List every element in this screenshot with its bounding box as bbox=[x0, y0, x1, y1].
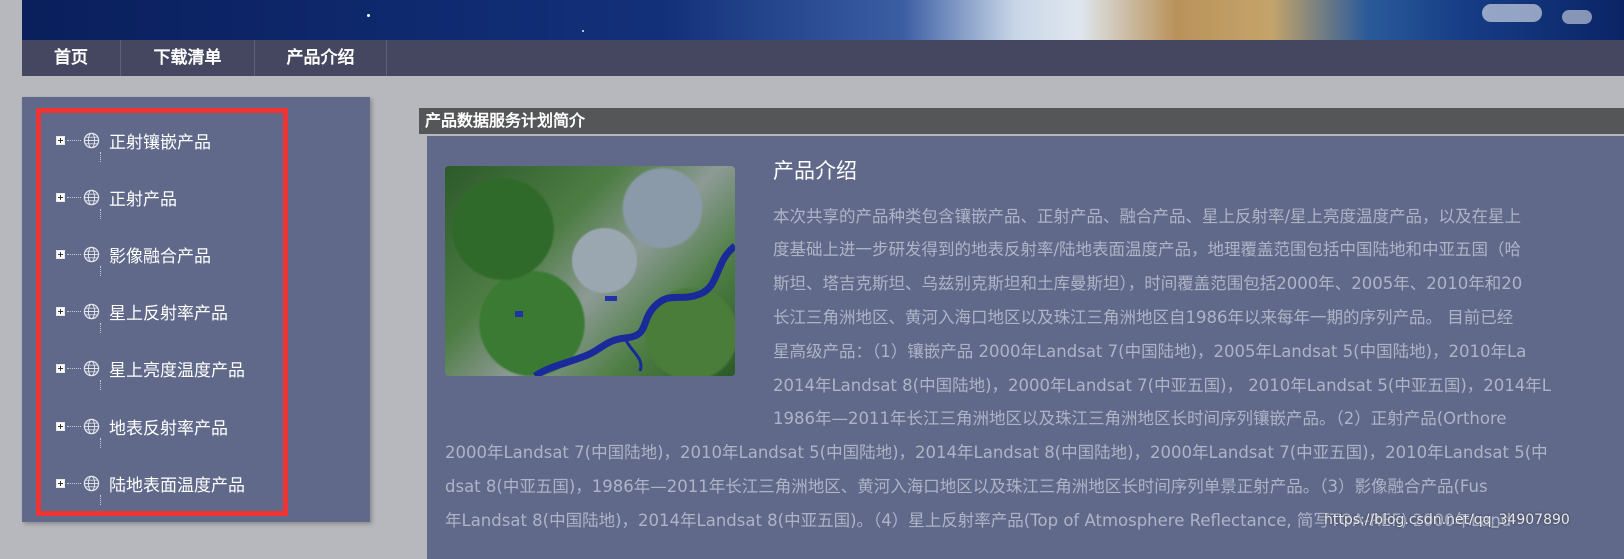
watermark-text: https://blog.csdn.net/qq_34907890 bbox=[1324, 512, 1570, 528]
paragraph-line: dsat 8(中亚五国)，1986年—2011年长江三角洲地区、黄河入海口地区以… bbox=[445, 477, 1488, 496]
paragraph-line: 2014年Landsat 8(中国陆地)，2000年Landsat 7(中亚五国… bbox=[773, 376, 1551, 395]
nav-download-list[interactable]: 下载清单 bbox=[121, 40, 255, 76]
highlight-annotation-box bbox=[36, 108, 288, 516]
paragraph-line: 度基础上进一步研发得到的地表反射率/陆地表面温度产品，地理覆盖范围包括中国陆地和… bbox=[773, 240, 1522, 259]
paragraph-line: 斯坦、塔吉克斯坦、乌兹别克斯坦和土库曼斯坦），时间覆盖范围包括2000年、200… bbox=[773, 274, 1523, 293]
top-banner bbox=[22, 0, 1624, 40]
banner-cloud bbox=[1562, 10, 1592, 24]
banner-cloud bbox=[1482, 4, 1542, 22]
main-nav: 首页 下载清单 产品介绍 bbox=[22, 40, 1624, 76]
paragraph-line: 本次共享的产品种类包含镶嵌产品、正射产品、融合产品、星上反射率/星上亮度温度产品… bbox=[773, 207, 1522, 226]
paragraph-line: 星高级产品：（1）镶嵌产品 2000年Landsat 7(中国陆地)，2005年… bbox=[773, 342, 1527, 361]
paragraph-line: 长江三角洲地区、黄河入海口地区以及珠江三角洲地区自1986年以来每年一期的序列产… bbox=[773, 308, 1514, 327]
banner-star bbox=[582, 30, 584, 32]
paragraph-line: 1986年—2011年长江三角洲地区以及珠江三角洲地区长时间序列镶嵌产品。（2）… bbox=[773, 409, 1507, 428]
river-overlay bbox=[515, 243, 735, 376]
banner-star bbox=[367, 14, 370, 17]
section-header: 产品数据服务计划简介 bbox=[419, 108, 1624, 134]
nav-home[interactable]: 首页 bbox=[22, 40, 121, 76]
paragraph-line: 2000年Landsat 7(中国陆地)，2010年Landsat 5(中国陆地… bbox=[445, 443, 1548, 462]
content-title: 产品介绍 bbox=[773, 159, 857, 183]
satellite-image bbox=[445, 166, 735, 376]
nav-product-intro[interactable]: 产品介绍 bbox=[255, 40, 387, 76]
